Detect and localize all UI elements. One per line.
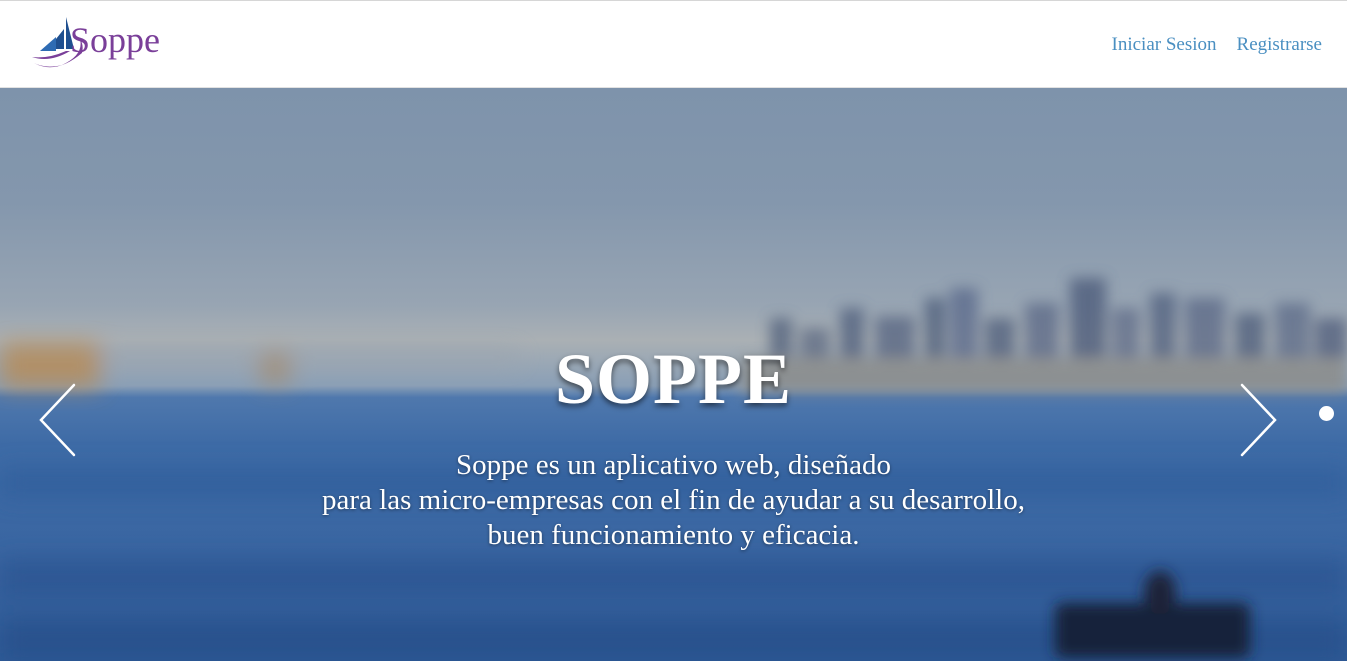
hero-description: Soppe es un aplicativo web, diseñado par… — [0, 448, 1347, 553]
hero-description-line: Soppe es un aplicativo web, diseñado — [456, 449, 891, 481]
chevron-right-icon — [1240, 383, 1277, 457]
hero-description-line: buen funcionamiento y eficacia. — [487, 519, 860, 551]
top-navbar: Soppe Iniciar Sesion Registrarse — [0, 0, 1347, 88]
header-nav: Iniciar Sesion Registrarse — [1112, 34, 1323, 56]
chevron-left-icon — [39, 383, 76, 457]
carousel-prev-button[interactable] — [36, 382, 80, 463]
register-link[interactable]: Registrarse — [1237, 34, 1322, 56]
hero-description-line: para las micro-empresas con el fin de ay… — [322, 484, 1025, 516]
carousel-next-button[interactable] — [1236, 382, 1280, 463]
carousel-indicator-dot[interactable] — [1319, 406, 1334, 421]
brand-name: Soppe — [70, 20, 160, 60]
hero-carousel: SOPPE Soppe es un aplicativo web, diseña… — [0, 88, 1347, 661]
login-link[interactable]: Iniciar Sesion — [1112, 34, 1217, 56]
hero-title: SOPPE — [554, 339, 793, 419]
